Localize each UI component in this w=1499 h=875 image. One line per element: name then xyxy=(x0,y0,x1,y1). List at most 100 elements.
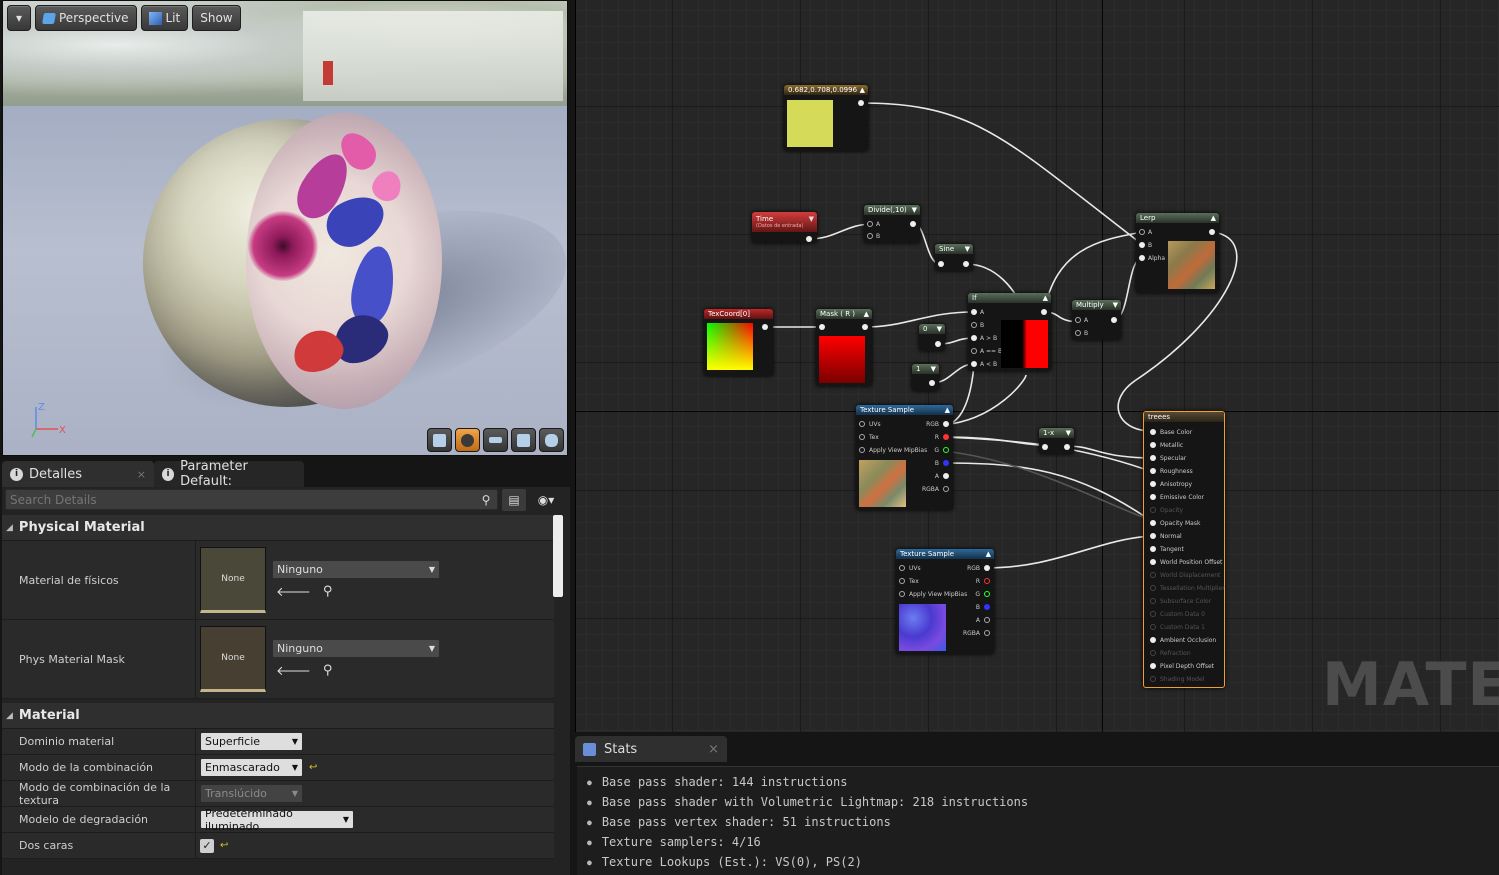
reset-to-default-icon[interactable]: ↩ xyxy=(220,840,228,851)
asset-combo[interactable]: Ninguno ▼ xyxy=(272,560,440,579)
collapse-arrow-icon[interactable]: ▼ xyxy=(1113,301,1118,309)
blend-mode-combo[interactable]: Enmascarado ▼ xyxy=(200,758,303,777)
output-pin-a[interactable] xyxy=(943,473,949,479)
result-input-pin[interactable] xyxy=(1150,455,1156,461)
output-pin-g[interactable] xyxy=(984,591,990,597)
node-one-minus[interactable]: 1-x ▼ xyxy=(1039,428,1074,454)
plane-preview-button[interactable] xyxy=(483,428,508,452)
collapse-arrow-icon[interactable]: ▲ xyxy=(986,550,991,558)
asset-combo[interactable]: Ninguno ▼ xyxy=(272,639,440,658)
input-pin-a[interactable] xyxy=(1139,229,1145,235)
use-selected-arrow-icon[interactable]: 🡐 xyxy=(276,584,311,600)
output-pin-a[interactable] xyxy=(984,617,990,623)
tab-parameter-defaults[interactable]: i Parameter Default: xyxy=(154,459,304,489)
output-pin-rgba[interactable] xyxy=(943,486,949,492)
input-pin-mipbias[interactable] xyxy=(899,591,905,597)
input-pin[interactable] xyxy=(938,261,944,267)
material-preview-viewport[interactable]: ▾ Perspective Lit Show Z X xyxy=(2,0,568,456)
collapse-arrow-icon[interactable]: ▲ xyxy=(1043,294,1048,302)
input-pin-a[interactable] xyxy=(867,221,873,227)
node-if[interactable]: If ▲ A B A > B A == B A < B xyxy=(968,293,1051,371)
node-time[interactable]: Time (Datos de entrada) ▼ xyxy=(752,212,817,243)
result-input-pin[interactable] xyxy=(1150,611,1156,617)
collapse-arrow-icon[interactable]: ▼ xyxy=(937,325,942,333)
collapse-arrow-icon[interactable]: ▼ xyxy=(965,245,970,253)
input-pin[interactable] xyxy=(1042,444,1048,450)
close-icon[interactable]: × xyxy=(137,468,146,481)
output-pin-g[interactable] xyxy=(943,447,949,453)
result-input-pin[interactable] xyxy=(1150,507,1156,513)
result-input-pin[interactable] xyxy=(1150,468,1156,474)
two-sided-checkbox[interactable]: ✓ xyxy=(200,838,214,853)
input-pin-a[interactable] xyxy=(971,309,977,315)
output-pin-r[interactable] xyxy=(943,434,949,440)
input-pin-b[interactable] xyxy=(971,322,977,328)
cube-preview-button[interactable] xyxy=(511,428,536,452)
result-input-pin[interactable] xyxy=(1150,481,1156,487)
output-pin[interactable] xyxy=(963,261,969,267)
node-constant-1[interactable]: 1 ▼ xyxy=(912,364,939,391)
result-input-pin[interactable] xyxy=(1150,624,1156,630)
collapse-arrow-icon[interactable]: ▼ xyxy=(1066,429,1071,437)
show-button[interactable]: Show xyxy=(192,5,241,31)
browse-search-icon[interactable]: ⚲ xyxy=(323,584,333,600)
result-input-pin[interactable] xyxy=(1150,520,1156,526)
collapse-arrow-icon[interactable]: ▼ xyxy=(931,365,936,373)
input-pin-mipbias[interactable] xyxy=(859,447,865,453)
node-mask[interactable]: Mask ( R ) ▲ xyxy=(816,309,872,386)
collapse-arrow-icon[interactable]: ▲ xyxy=(1211,214,1216,222)
result-input-pin[interactable] xyxy=(1150,676,1156,682)
input-pin-alpha[interactable] xyxy=(1139,255,1145,261)
input-pin-agtb[interactable] xyxy=(971,335,977,341)
sphere-preview-button[interactable] xyxy=(455,428,480,452)
output-pin[interactable] xyxy=(862,324,868,330)
tab-detalles[interactable]: i Detalles × xyxy=(2,461,154,487)
input-pin-a[interactable] xyxy=(1075,317,1081,323)
use-selected-arrow-icon[interactable]: 🡐 xyxy=(276,663,311,679)
node-lerp[interactable]: Lerp ▲ A B Alpha xyxy=(1136,213,1219,293)
node-material-result[interactable]: treees Base Color Metallic Specular Roughne… xyxy=(1143,411,1225,688)
result-input-pin[interactable] xyxy=(1150,650,1156,656)
section-physical-material[interactable]: ◢ Physical Material xyxy=(2,515,554,541)
reset-to-default-icon[interactable]: ↩ xyxy=(309,762,317,773)
result-input-pin[interactable] xyxy=(1150,494,1156,500)
input-pin-b[interactable] xyxy=(867,233,873,239)
node-sine[interactable]: Sine ▼ xyxy=(935,244,973,271)
output-pin[interactable] xyxy=(929,380,935,386)
viewport-options-button[interactable]: ▾ xyxy=(7,5,31,31)
perspective-button[interactable]: Perspective xyxy=(35,5,137,31)
input-pin-tex[interactable] xyxy=(899,578,905,584)
lit-button[interactable]: Lit xyxy=(140,5,189,31)
result-input-pin[interactable] xyxy=(1150,598,1156,604)
result-input-pin[interactable] xyxy=(1150,572,1156,578)
output-pin[interactable] xyxy=(762,324,768,330)
result-input-pin[interactable] xyxy=(1150,533,1156,539)
output-pin-rgba[interactable] xyxy=(984,630,990,636)
material-domain-combo[interactable]: Superficie ▼ xyxy=(200,732,303,751)
output-pin[interactable] xyxy=(910,221,916,227)
view-options-eye-icon[interactable]: ◉▾ xyxy=(530,489,562,511)
custom-mesh-preview-button[interactable] xyxy=(539,428,564,452)
result-input-pin[interactable] xyxy=(1150,663,1156,669)
output-pin[interactable] xyxy=(1064,444,1070,450)
input-pin-uvs[interactable] xyxy=(859,421,865,427)
close-icon[interactable]: × xyxy=(708,742,719,757)
search-icon[interactable]: ⚲ xyxy=(474,489,498,511)
result-input-pin[interactable] xyxy=(1150,559,1156,565)
collapse-arrow-icon[interactable]: ▲ xyxy=(945,406,950,414)
output-pin-r[interactable] xyxy=(984,578,990,584)
output-pin[interactable] xyxy=(858,100,864,106)
output-pin[interactable] xyxy=(1209,229,1215,235)
output-pin[interactable] xyxy=(1111,317,1117,323)
node-divide[interactable]: Divide(,10) ▼ A B xyxy=(864,205,920,243)
input-pin[interactable] xyxy=(819,324,825,330)
input-pin-altb[interactable] xyxy=(971,361,977,367)
node-texture-sample-2[interactable]: Texture Sample ▲ UVs Tex Apply View MipBi… xyxy=(896,549,994,654)
result-input-pin[interactable] xyxy=(1150,637,1156,643)
node-texture-sample-1[interactable]: Texture Sample ▲ UVs Tex Apply View MipBi… xyxy=(856,405,953,510)
input-pin-b[interactable] xyxy=(1139,242,1145,248)
browse-search-icon[interactable]: ⚲ xyxy=(323,663,333,679)
material-graph[interactable]: MATER 0.682,0.708,0.0996▲ xyxy=(575,0,1499,732)
cylinder-preview-button[interactable] xyxy=(427,428,452,452)
collapse-arrow-icon[interactable]: ▲ xyxy=(860,86,865,94)
